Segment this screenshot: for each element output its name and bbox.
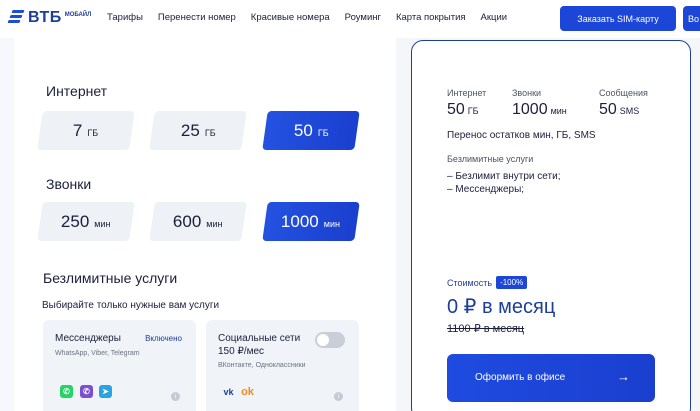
service-description: ВКонтакте, Одноклассники [218, 362, 306, 369]
nav-item-beautiful-numbers[interactable]: Красивые номера [251, 12, 330, 23]
top-header: ВТБ МОБАЙЛ Тарифы Перенести номер Красив… [0, 0, 700, 38]
logo-subtext: МОБАЙЛ [64, 12, 92, 18]
service-name: Мессенджеры [55, 333, 121, 344]
order-sim-button[interactable]: Заказать SIM-карту [560, 6, 676, 31]
calls-option-600[interactable]: 600 мин [149, 202, 247, 241]
service-price: 150 ₽/мес [218, 346, 265, 357]
nav-item-promotions[interactable]: Акции [481, 12, 508, 23]
viber-icon: ✆ [80, 385, 93, 398]
info-icon[interactable]: i [171, 392, 180, 401]
calls-option-250[interactable]: 250 мин [37, 202, 135, 241]
option-unit: мин [206, 218, 223, 229]
summary-internet-value: 50 ГБ [447, 101, 479, 118]
option-unit: ГБ [317, 127, 329, 138]
option-value: 600 [173, 211, 202, 231]
internet-title: Интернет [46, 83, 108, 99]
summary-calls-value: 1000 мин [512, 101, 567, 118]
button-label: Оформить в офисе [475, 372, 566, 383]
services-title: Безлимитные услуги [43, 270, 178, 286]
vk-icon: vk [223, 386, 234, 397]
discount-badge: -100% [496, 276, 528, 289]
internet-option-7[interactable]: 7 ГБ [37, 111, 135, 150]
summary-calls-label: Звонки [512, 88, 542, 98]
tariff-summary-card: Интернет 50 ГБ Звонки 1000 мин Сообщения 5… [411, 40, 691, 411]
current-price: 0 ₽ в месяц [447, 296, 556, 318]
whatsapp-icon: ✆ [60, 385, 73, 398]
option-unit: ГБ [204, 127, 216, 138]
internet-option-50[interactable]: 50 ГБ [262, 111, 360, 150]
option-value: 7 [73, 120, 83, 140]
calls-title: Звонки [46, 176, 92, 192]
summary-internet-label: Интернет [447, 88, 487, 98]
option-unit: мин [324, 218, 341, 229]
nav-item-coverage-map[interactable]: Карта покрытия [396, 12, 466, 23]
service-name: Социальные сети [218, 333, 301, 344]
option-value: 25 [180, 120, 200, 140]
service-description: WhatsApp, Viber, Telegram [55, 350, 140, 357]
telegram-icon: ➤ [99, 385, 112, 398]
cost-label-text: Стоимость [447, 277, 493, 288]
logo-mark-icon [6, 10, 26, 24]
secondary-header-button[interactable]: Во [683, 6, 700, 31]
main-nav: Тарифы Перенести номер Красивые номера Р… [107, 12, 522, 23]
services-subtitle: Выбирайте только нужные вам услуги [42, 300, 220, 311]
social-service-toggle[interactable] [315, 332, 345, 348]
info-icon[interactable]: i [334, 392, 343, 401]
logo-text: ВТБ [28, 9, 62, 26]
option-value: 50 [293, 120, 313, 140]
old-price: 1100 ₽ в месяц [447, 323, 525, 335]
nav-item-port-number[interactable]: Перенести номер [158, 12, 236, 23]
summary-sms-label: Сообщения [599, 88, 648, 98]
option-unit: мин [94, 218, 111, 229]
nav-item-roaming[interactable]: Роуминг [345, 12, 381, 23]
transfer-text: Перенос остатков мин, ГБ, SMS [447, 130, 596, 141]
option-value: 1000 [281, 211, 320, 231]
arrow-right-icon: → [617, 369, 630, 384]
option-unit: ГБ [87, 127, 99, 138]
vtb-logo[interactable]: ВТБ МОБАЙЛ [6, 10, 91, 26]
unlimited-title: Безлимитные услуги [447, 154, 534, 164]
cost-label: Стоимость -100% [447, 276, 528, 289]
nav-item-tariffs[interactable]: Тарифы [107, 12, 143, 23]
summary-sms-value: 50 SMS [599, 101, 640, 118]
apply-in-office-button[interactable]: Оформить в офисе → [447, 354, 655, 402]
unlimited-item: – Мессенджеры; [447, 184, 525, 195]
option-value: 250 [61, 211, 90, 231]
internet-option-25[interactable]: 25 ГБ [149, 111, 247, 150]
unlimited-item: – Безлимит внутри сети; [447, 171, 561, 182]
odnoklassniki-icon: ok [241, 385, 254, 398]
calls-option-1000[interactable]: 1000 мин [262, 202, 360, 241]
service-status-badge: Включено [145, 334, 182, 343]
